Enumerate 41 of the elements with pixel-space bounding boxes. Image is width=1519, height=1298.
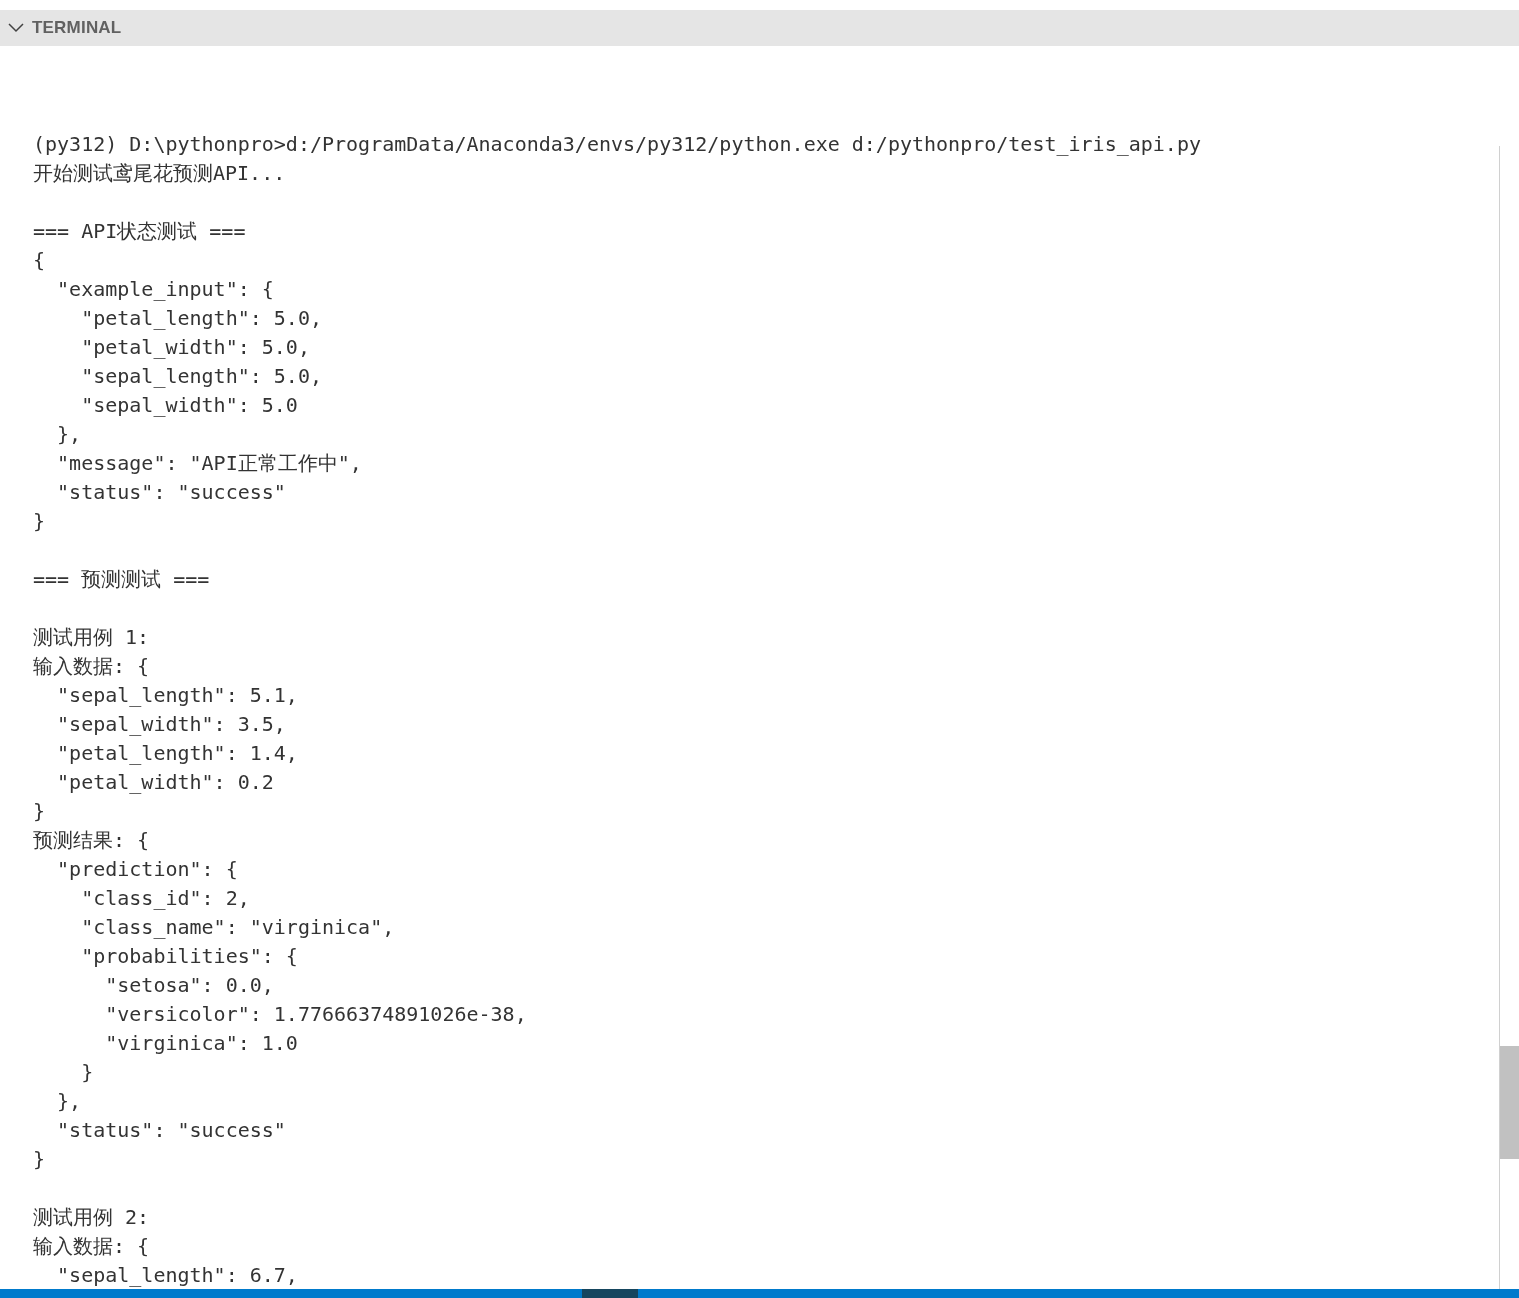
terminal-line: "virginica": 1.0 xyxy=(104,1030,298,1057)
panel-title: TERMINAL xyxy=(32,18,122,38)
terminal-line: "message": "API正常工作中", xyxy=(56,450,362,477)
terminal-line: }, xyxy=(56,421,82,448)
terminal-line: "sepal_length": 6.7, xyxy=(56,1262,298,1289)
terminal-line: 测试用例 2: xyxy=(33,1204,150,1231)
terminal-line: }, xyxy=(56,1088,82,1115)
terminal-line: } xyxy=(33,798,46,825)
terminal-line: "petal_width": 0.2 xyxy=(56,769,274,796)
terminal-line: { xyxy=(33,247,46,274)
terminal-line: "status": "success" xyxy=(56,1117,286,1144)
terminal-line: "sepal_length": 5.1, xyxy=(56,682,298,709)
terminal-line: === API状态测试 === xyxy=(33,218,246,245)
terminal-line: "prediction": { xyxy=(56,856,238,883)
terminal-line: === 预测测试 === xyxy=(33,566,210,593)
terminal-line: "petal_length": 5.0, xyxy=(80,305,322,332)
terminal-line: } xyxy=(33,1146,46,1173)
terminal-line: "class_id": 2, xyxy=(80,885,250,912)
terminal-line: "setosa": 0.0, xyxy=(104,972,274,999)
terminal-line: "sepal_width": 3.5, xyxy=(56,711,286,738)
terminal-line: 开始测试鸢尾花预测API... xyxy=(33,160,286,187)
terminal-line: 输入数据: { xyxy=(33,1233,150,1260)
terminal-line: (py312) D:\pythonpro>d:/ProgramData/Anaconda3/envs/py312/python.exe d:/pythonpro/test_iris_api.py xyxy=(33,131,1201,158)
terminal-line: "probabilities": { xyxy=(80,943,298,970)
status-bar-item[interactable] xyxy=(582,1289,638,1298)
terminal-line: 输入数据: { xyxy=(33,653,150,680)
terminal-line: "example_input": { xyxy=(56,276,274,303)
terminal-line: "sepal_length": 5.0, xyxy=(80,363,322,390)
terminal-line: "versicolor": 1.77666374891026e-38, xyxy=(104,1001,527,1028)
terminal-line: "sepal_width": 5.0 xyxy=(80,392,298,419)
terminal-line: "petal_width": 5.0, xyxy=(80,334,310,361)
terminal-line: 预测结果: { xyxy=(33,827,150,854)
terminal-line: "class_name": "virginica", xyxy=(80,914,395,941)
terminal-line: } xyxy=(33,508,46,535)
terminal-line: "petal_length": 1.4, xyxy=(56,740,298,767)
panel-header[interactable]: TERMINAL xyxy=(0,10,1519,46)
terminal-line: "status": "success" xyxy=(56,479,286,506)
chevron-icon[interactable] xyxy=(8,23,24,33)
scrollbar-thumb[interactable] xyxy=(1500,1046,1519,1159)
terminal-line: } xyxy=(80,1059,94,1086)
terminal-line: 测试用例 1: xyxy=(33,624,150,651)
